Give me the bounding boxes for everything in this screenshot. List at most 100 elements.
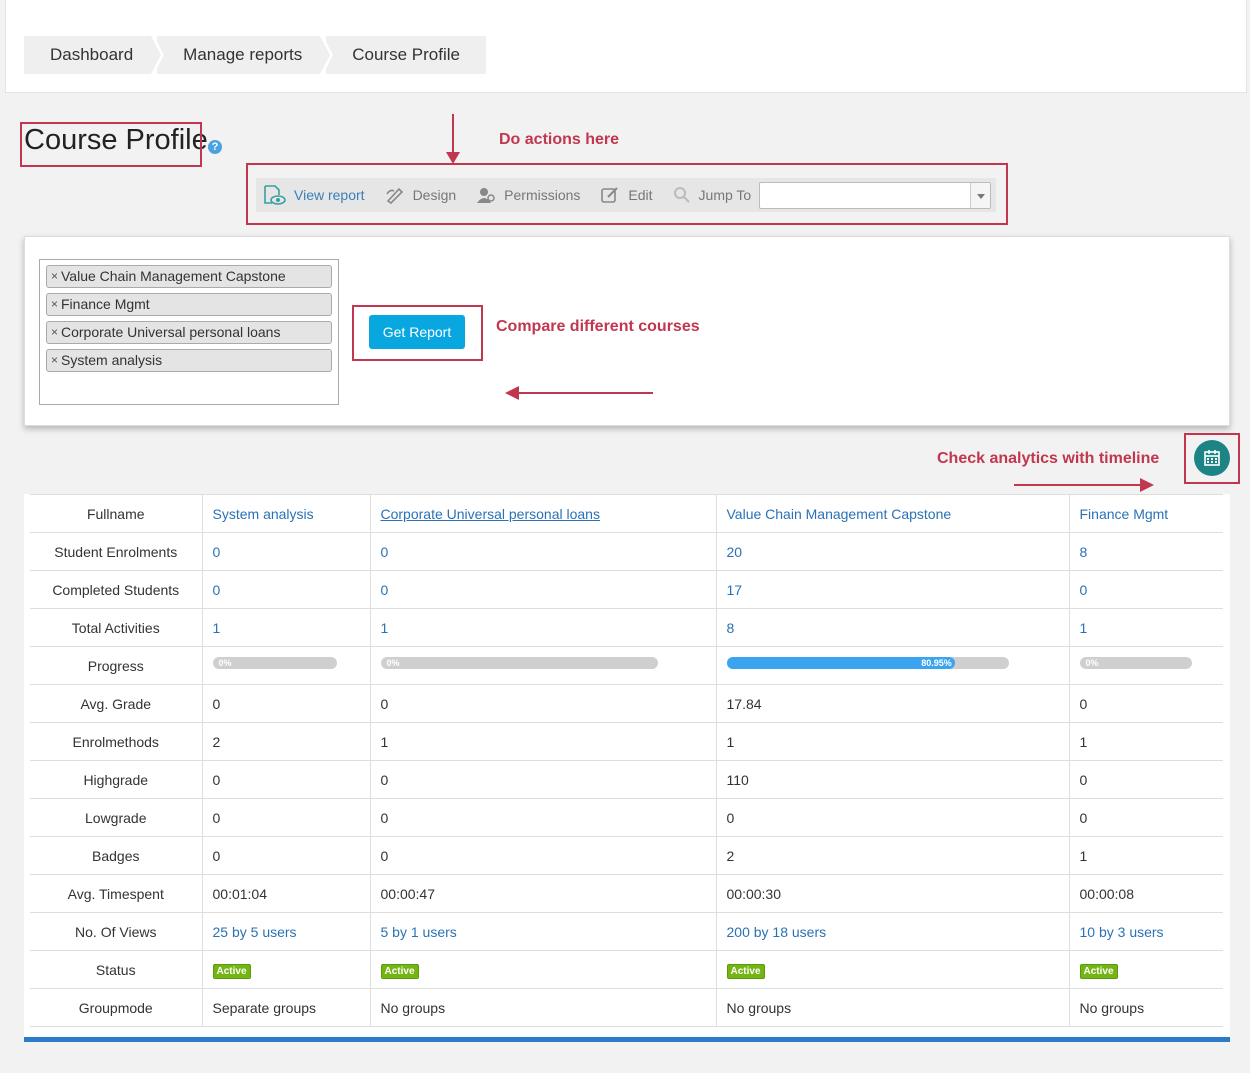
cell-value: 17.84 [716,684,1070,723]
permissions-button[interactable]: Permissions [476,186,580,204]
permissions-label: Permissions [504,187,581,203]
table-row: Groupmode Separate groups No groups No g… [30,988,1223,1027]
enrolments-link[interactable]: 0 [381,544,389,560]
breadcrumb-dashboard[interactable]: Dashboard [24,36,165,74]
progress-bar: 80.95% [726,656,1009,669]
status-badge: Active [212,963,251,979]
cell-value: 00:01:04 [202,874,371,913]
design-icon [385,187,403,204]
cell-value: 0 [370,798,717,837]
remove-chip-icon[interactable]: × [51,350,58,371]
table-row: Fullname System analysis Corporate Unive… [30,494,1223,533]
course-link[interactable]: Corporate Universal personal loans [381,506,600,522]
get-report-button[interactable]: Get Report [369,315,465,349]
course-profile-table: Fullname System analysis Corporate Unive… [30,494,1223,1027]
table-row: Lowgrade 0 0 0 0 [30,798,1223,837]
progress-label: 0% [386,657,400,668]
activities-link[interactable]: 8 [727,620,735,636]
edit-icon [601,187,619,203]
view-report-icon [264,185,286,205]
row-label-progress: Progress [30,646,203,685]
course-link[interactable]: Value Chain Management Capstone [727,506,952,522]
right-arrow-annotation [1014,478,1154,492]
enrolments-link[interactable]: 0 [213,544,221,560]
permissions-icon [477,188,495,203]
annotation-timeline: Check analytics with timeline [937,450,1160,467]
jump-to-select[interactable] [759,182,991,209]
table-row: Student Enrolments 0 0 20 8 [30,532,1223,571]
views-link[interactable]: 10 by 3 users [1080,924,1164,940]
progress-label: 80.95% [921,657,952,668]
activities-link[interactable]: 1 [381,620,389,636]
timeline-calendar-button[interactable] [1194,440,1230,476]
cell-value: No groups [1069,988,1223,1027]
course-link[interactable]: System analysis [213,506,314,522]
cell-value: No groups [370,988,717,1027]
cell-value: 0 [202,760,371,799]
row-label-activities: Total Activities [30,608,203,647]
cell-value: 0 [716,798,1070,837]
view-report-button[interactable]: View report [262,184,365,206]
completed-link[interactable]: 0 [381,582,389,598]
table-row: Highgrade 0 0 110 0 [30,760,1223,799]
table-row: Enrolmethods 2 1 1 1 [30,722,1223,761]
remove-chip-icon[interactable]: × [51,266,58,287]
row-label-highgrade: Highgrade [30,760,203,799]
cell-value: 0 [370,836,717,875]
row-label-fullname: Fullname [30,494,203,533]
row-label-status: Status [30,950,203,989]
help-icon[interactable]: ? [208,140,222,154]
course-profile-table-container: Fullname System analysis Corporate Unive… [24,494,1230,1042]
cell-value: 2 [716,836,1070,875]
views-link[interactable]: 200 by 18 users [727,924,827,940]
progress-bar: 0% [1079,656,1192,669]
course-chip-label: Finance Mgmt [61,296,150,312]
search-icon [673,187,690,203]
progress-bar: 0% [212,656,337,669]
top-bar: Dashboard Manage reports Course Profile [5,0,1247,93]
course-link[interactable]: Finance Mgmt [1080,506,1169,522]
table-row: Badges 0 0 2 1 [30,836,1223,875]
views-link[interactable]: 5 by 1 users [381,924,457,940]
cell-value: 00:00:47 [370,874,717,913]
progress-label: 0% [1085,657,1099,668]
course-multiselect[interactable]: × Value Chain Management Capstone × Fina… [39,259,339,405]
row-label-timespent: Avg. Timespent [30,874,203,913]
course-chip-label: System analysis [61,352,163,368]
enrolments-link[interactable]: 8 [1080,544,1088,560]
cell-value: 0 [1069,684,1223,723]
course-chip: × System analysis [46,349,332,372]
table-row: Progress 0% 0% 80.95% 0% [30,646,1223,685]
remove-chip-icon[interactable]: × [51,322,58,343]
cell-value: 0 [370,760,717,799]
progress-bar: 0% [380,656,658,669]
cell-value: 0 [1069,760,1223,799]
activities-link[interactable]: 1 [213,620,221,636]
cell-value: 0 [202,836,371,875]
cell-value: 1 [716,722,1070,761]
calendar-icon [1204,450,1220,466]
row-label-enrolmethods: Enrolmethods [30,722,203,761]
breadcrumb: Dashboard Manage reports Course Profile [24,36,486,74]
completed-link[interactable]: 0 [1080,582,1088,598]
cell-value: 1 [1069,836,1223,875]
cell-value: 0 [202,684,371,723]
report-toolbar: View report Design Permissions Edit Jump… [256,178,996,212]
views-link[interactable]: 25 by 5 users [213,924,297,940]
status-badge: Active [1079,963,1118,979]
row-label-badges: Badges [30,836,203,875]
activities-link[interactable]: 1 [1080,620,1088,636]
chevron-down-icon[interactable] [970,183,990,208]
remove-chip-icon[interactable]: × [51,294,58,315]
edit-button[interactable]: Edit [600,186,653,204]
completed-link[interactable]: 17 [727,582,743,598]
cell-value: 2 [202,722,371,761]
course-chip-label: Value Chain Management Capstone [61,268,286,284]
completed-link[interactable]: 0 [213,582,221,598]
breadcrumb-manage-reports[interactable]: Manage reports [157,36,334,74]
cell-value: 0 [202,798,371,837]
left-arrow-annotation [505,386,653,400]
design-button[interactable]: Design [385,186,456,204]
enrolments-link[interactable]: 20 [727,544,743,560]
course-chip: × Finance Mgmt [46,293,332,316]
